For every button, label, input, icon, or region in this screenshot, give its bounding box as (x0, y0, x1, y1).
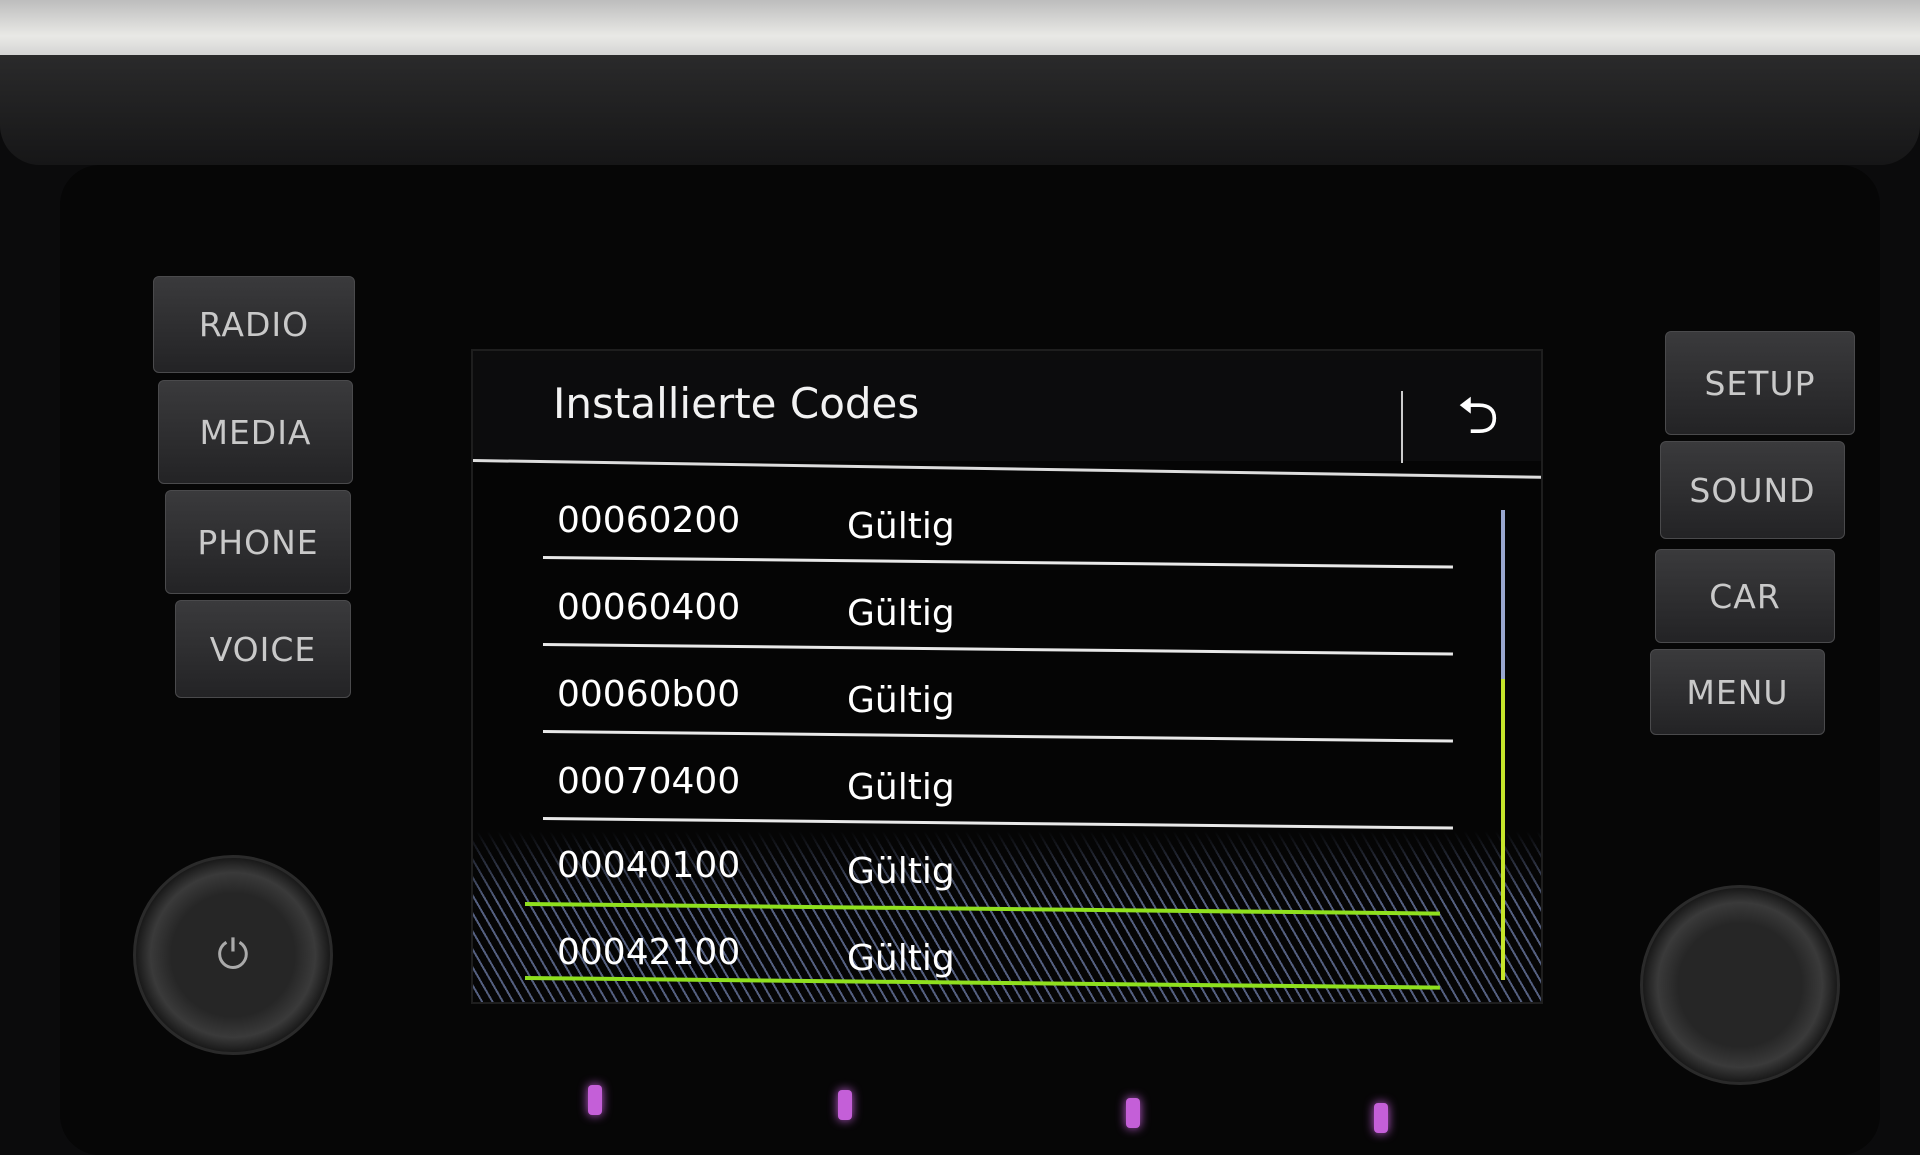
infotainment-screen: Installierte Codes ⮌ 00060200 Gültig 0006… (471, 349, 1543, 1004)
header-divider (1401, 391, 1403, 463)
power-volume-knob[interactable]: ⏻ (133, 855, 333, 1055)
code-status: Gültig (847, 680, 955, 721)
power-icon: ⏻ (217, 932, 249, 978)
list-item[interactable]: 00040100 Gültig (543, 817, 1453, 904)
voice-button[interactable]: VOICE (175, 600, 351, 698)
indicator-light (588, 1085, 602, 1115)
code-value: 00070400 (557, 761, 741, 802)
code-status: Gültig (847, 506, 955, 547)
scrollbar[interactable] (1501, 510, 1505, 980)
scrollbar-thumb[interactable] (1501, 679, 1505, 980)
code-value: 00060400 (557, 587, 741, 628)
screen-header: Installierte Codes ⮌ (473, 351, 1541, 463)
indicator-light (1126, 1098, 1140, 1128)
code-status: Gültig (847, 851, 955, 892)
dashboard-panel (0, 55, 1920, 165)
dashboard-trim (0, 0, 1920, 60)
code-status: Gültig (847, 767, 955, 808)
menu-button[interactable]: MENU (1650, 649, 1825, 735)
list-item[interactable]: 00060200 Gültig (542, 472, 1453, 569)
code-value: 00060b00 (557, 674, 741, 715)
media-button[interactable]: MEDIA (158, 380, 353, 484)
code-value: 00042100 (557, 932, 741, 973)
setup-button[interactable]: SETUP (1665, 331, 1855, 435)
phone-button[interactable]: PHONE (165, 490, 351, 594)
list-item[interactable]: 00060b00 Gültig (542, 646, 1453, 743)
indicator-light (1374, 1103, 1388, 1133)
code-value: 00060200 (557, 500, 741, 541)
indicator-light (838, 1090, 852, 1120)
sound-button[interactable]: SOUND (1660, 441, 1845, 539)
code-status: Gültig (847, 938, 955, 979)
list-item[interactable]: 00060400 Gültig (542, 559, 1453, 656)
radio-button[interactable]: RADIO (153, 276, 355, 373)
list-item[interactable]: 00070400 Gültig (542, 733, 1453, 830)
code-value: 00040100 (557, 845, 741, 886)
back-button[interactable]: ⮌ (1433, 386, 1523, 451)
car-button[interactable]: CAR (1655, 549, 1835, 643)
page-title: Installierte Codes (553, 379, 920, 428)
back-arrow-icon: ⮌ (1457, 385, 1499, 446)
tuning-knob[interactable] (1640, 885, 1840, 1085)
code-status: Gültig (847, 593, 955, 634)
